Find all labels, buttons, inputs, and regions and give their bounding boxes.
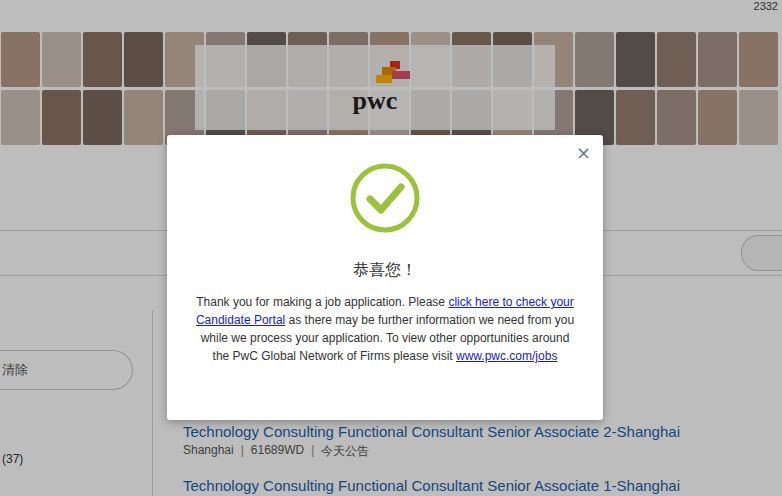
careers-page: 2332 pwc 清除 (37) Technology Consulting F… (0, 0, 782, 496)
dialog-title: 恭喜您！ (353, 259, 417, 281)
dialog-message: Thank you for making a job application. … (195, 293, 575, 365)
check-circle-icon (349, 162, 421, 234)
message-link[interactable]: www.pwc.com/jobs (456, 349, 557, 363)
close-button[interactable]: × (572, 141, 595, 165)
message-text: Thank you for making a job application. … (196, 295, 448, 309)
success-dialog: × 恭喜您！ Thank you for making a job applic… (167, 135, 603, 420)
